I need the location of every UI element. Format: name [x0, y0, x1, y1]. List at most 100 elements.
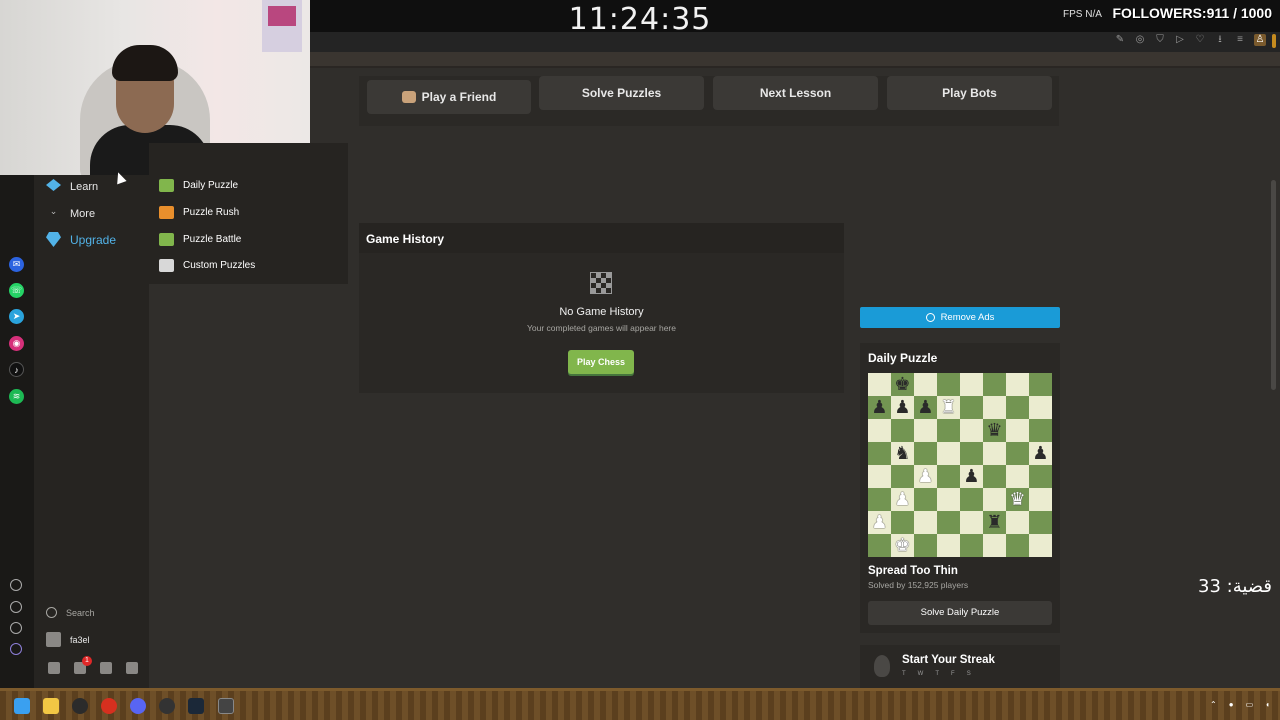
- obs-icon[interactable]: [159, 698, 175, 714]
- board-square[interactable]: [891, 465, 914, 488]
- board-square[interactable]: [914, 488, 937, 511]
- board-square[interactable]: [1006, 534, 1029, 557]
- black-pawn-icon[interactable]: ♟: [871, 397, 887, 418]
- black-queen-icon[interactable]: ♛: [986, 420, 1002, 441]
- board-square[interactable]: [937, 442, 960, 465]
- board-square[interactable]: ♟: [868, 396, 891, 419]
- camera-icon[interactable]: ◎: [1134, 34, 1146, 46]
- board-square[interactable]: [1029, 396, 1052, 419]
- black-king-icon[interactable]: ♚: [894, 374, 910, 395]
- board-square[interactable]: ♜: [983, 511, 1006, 534]
- board-square[interactable]: [914, 419, 937, 442]
- heart-icon[interactable]: ♡: [1194, 34, 1206, 46]
- play-a-friend-button[interactable]: Play a Friend: [367, 80, 531, 114]
- windows-start-icon[interactable]: [14, 698, 30, 714]
- board-square[interactable]: ♟: [960, 465, 983, 488]
- friends-icon[interactable]: [48, 662, 60, 674]
- board-square[interactable]: [868, 442, 891, 465]
- board-square[interactable]: [1029, 465, 1052, 488]
- black-pawn-icon[interactable]: ♟: [894, 397, 910, 418]
- board-square[interactable]: [937, 373, 960, 396]
- favorites-icon[interactable]: [10, 579, 22, 591]
- board-square[interactable]: [960, 534, 983, 557]
- play-icon[interactable]: ▷: [1174, 34, 1186, 46]
- board-square[interactable]: [1029, 488, 1052, 511]
- board-square[interactable]: ♛: [1006, 488, 1029, 511]
- board-square[interactable]: [1006, 373, 1029, 396]
- solve-daily-puzzle-button[interactable]: Solve Daily Puzzle: [868, 601, 1052, 625]
- profile-icon[interactable]: ♙: [1254, 34, 1266, 46]
- board-square[interactable]: [960, 419, 983, 442]
- menu-icon[interactable]: ≡: [1234, 34, 1246, 46]
- board-square[interactable]: ♞: [891, 442, 914, 465]
- board-square[interactable]: [983, 396, 1006, 419]
- settings-icon[interactable]: [10, 622, 22, 634]
- board-square[interactable]: ♟: [1029, 442, 1052, 465]
- board-square[interactable]: [891, 511, 914, 534]
- board-square[interactable]: [937, 534, 960, 557]
- board-square[interactable]: [868, 534, 891, 557]
- nav-profile[interactable]: fa3el: [46, 632, 90, 647]
- board-square[interactable]: [983, 534, 1006, 557]
- white-queen-icon[interactable]: ♛: [1009, 489, 1025, 510]
- tiktok-icon[interactable]: ♪: [9, 362, 24, 377]
- tray-mic-icon[interactable]: ●: [1229, 700, 1234, 709]
- flyout-item-puzzle-rush[interactable]: Puzzle Rush: [159, 206, 239, 219]
- board-square[interactable]: [868, 465, 891, 488]
- board-square[interactable]: [868, 488, 891, 511]
- board-square[interactable]: [1006, 465, 1029, 488]
- discord-icon[interactable]: [130, 698, 146, 714]
- board-square[interactable]: ♚: [891, 534, 914, 557]
- white-king-icon[interactable]: ♚: [894, 535, 910, 556]
- page-scrollbar[interactable]: [1271, 180, 1276, 390]
- board-square[interactable]: [960, 373, 983, 396]
- download-icon[interactable]: ⭳: [1214, 34, 1226, 46]
- tray-network-icon[interactable]: ▭: [1246, 700, 1254, 709]
- file-explorer-icon[interactable]: [43, 698, 59, 714]
- board-square[interactable]: [937, 419, 960, 442]
- nav-search[interactable]: Search: [46, 607, 95, 618]
- board-square[interactable]: [960, 488, 983, 511]
- shield-icon[interactable]: ⛉: [1154, 34, 1166, 46]
- board-square[interactable]: [914, 534, 937, 557]
- opera-icon[interactable]: [101, 698, 117, 714]
- board-square[interactable]: [868, 419, 891, 442]
- flyout-item-puzzle-battle[interactable]: Puzzle Battle: [159, 233, 241, 246]
- board-square[interactable]: ♟: [914, 396, 937, 419]
- board-square[interactable]: [983, 442, 1006, 465]
- board-square[interactable]: [983, 373, 1006, 396]
- board-square[interactable]: ♟: [891, 488, 914, 511]
- remove-ads-button[interactable]: Remove Ads: [860, 307, 1060, 328]
- board-square[interactable]: [914, 373, 937, 396]
- board-square[interactable]: [1029, 511, 1052, 534]
- wallet-icon[interactable]: [10, 643, 22, 655]
- board-square[interactable]: [1029, 373, 1052, 396]
- puzzle-board[interactable]: ♚ ♟ ♟ ♟ ♜ ♛ ♞ ♟ ♟ ♟ ♟ ♛ ♟ ♜ ♚: [868, 373, 1052, 557]
- nav-item-learn[interactable]: Learn: [46, 179, 98, 194]
- board-square[interactable]: [891, 419, 914, 442]
- board-square[interactable]: [1006, 419, 1029, 442]
- bell-icon[interactable]: [100, 662, 112, 674]
- board-square[interactable]: [983, 488, 1006, 511]
- edit-icon[interactable]: ✎: [1114, 34, 1126, 46]
- board-square[interactable]: [1029, 419, 1052, 442]
- gear-icon[interactable]: [126, 662, 138, 674]
- board-square[interactable]: [937, 488, 960, 511]
- active-app-icon[interactable]: [218, 698, 234, 714]
- board-square[interactable]: ♜: [937, 396, 960, 419]
- play-bots-button[interactable]: Play Bots: [887, 76, 1052, 110]
- whatsapp-icon[interactable]: ☏: [9, 283, 24, 298]
- nav-item-upgrade[interactable]: Upgrade: [46, 232, 116, 247]
- white-rook-icon[interactable]: ♜: [940, 397, 956, 418]
- nav-item-more[interactable]: ⌄ More: [46, 206, 95, 221]
- board-square[interactable]: [937, 511, 960, 534]
- solve-puzzles-button[interactable]: Solve Puzzles: [539, 76, 704, 110]
- play-chess-button[interactable]: Play Chess: [568, 350, 634, 374]
- history-icon[interactable]: [10, 601, 22, 613]
- app-icon[interactable]: [72, 698, 88, 714]
- board-square[interactable]: [914, 511, 937, 534]
- white-pawn-icon[interactable]: ♟: [871, 512, 887, 533]
- board-square[interactable]: [1006, 396, 1029, 419]
- board-square[interactable]: [1006, 442, 1029, 465]
- board-square[interactable]: [983, 465, 1006, 488]
